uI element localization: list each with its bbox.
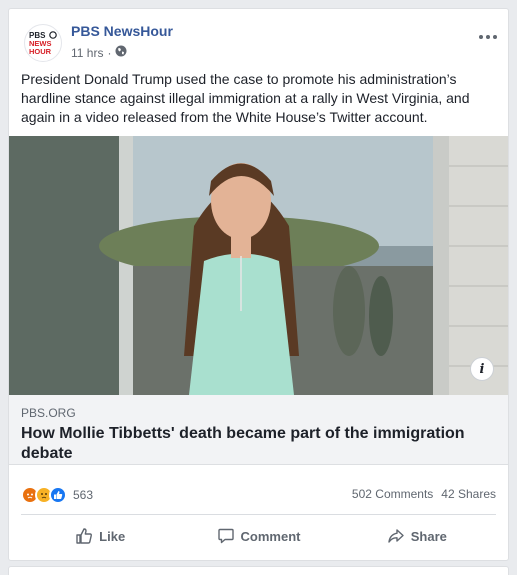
post-card: PBS NEWS HOUR PBS NewsHour 11 hrs · Pres… bbox=[8, 8, 509, 561]
like-label: Like bbox=[99, 528, 126, 544]
link-preview[interactable]: PBS.ORG How Mollie Tibbetts' death becam… bbox=[9, 395, 508, 465]
link-domain: PBS.ORG bbox=[21, 406, 76, 420]
share-label: Share bbox=[410, 528, 447, 544]
link-headline[interactable]: How Mollie Tibbetts' death became part o… bbox=[21, 424, 491, 464]
page-avatar[interactable]: PBS NEWS HOUR bbox=[24, 24, 62, 62]
post-time[interactable]: 11 hrs bbox=[71, 46, 103, 60]
post-meta: 11 hrs · bbox=[71, 45, 127, 60]
engagement-counts: 502 Comments 42 Shares bbox=[352, 487, 496, 501]
more-dots-icon[interactable] bbox=[479, 26, 497, 44]
thumbs-up-icon bbox=[75, 527, 93, 545]
info-icon[interactable]: i bbox=[470, 357, 494, 381]
comment-button[interactable]: Comment bbox=[179, 519, 337, 553]
post-header: PBS NEWS HOUR PBS NewsHour 11 hrs · bbox=[20, 20, 497, 62]
comments-count[interactable]: 502 Comments bbox=[352, 487, 433, 501]
share-button[interactable]: Share bbox=[338, 519, 496, 553]
svg-text:HOUR: HOUR bbox=[29, 47, 52, 56]
like-button[interactable]: Like bbox=[21, 519, 179, 553]
globe-icon bbox=[115, 45, 127, 60]
shares-count[interactable]: 42 Shares bbox=[441, 487, 496, 501]
like-reaction-icon bbox=[49, 486, 67, 504]
comment-icon bbox=[217, 527, 235, 545]
pbs-newshour-logo: PBS NEWS HOUR bbox=[29, 31, 57, 56]
reactions-summary[interactable]: 563 bbox=[21, 486, 93, 504]
meta-separator: · bbox=[107, 45, 112, 60]
page-name[interactable]: PBS NewsHour bbox=[71, 23, 173, 39]
reaction-count[interactable]: 563 bbox=[73, 488, 93, 502]
link-image[interactable]: i bbox=[9, 136, 508, 395]
actions-divider bbox=[21, 514, 496, 515]
post-actions: Like Comment Share bbox=[21, 519, 496, 553]
comment-label: Comment bbox=[240, 528, 301, 544]
post-stats: 563 502 Comments 42 Shares bbox=[21, 483, 496, 505]
post-text: President Donald Trump used the case to … bbox=[21, 71, 470, 125]
photo-illustration bbox=[9, 136, 508, 395]
share-icon bbox=[387, 527, 405, 545]
next-post-card bbox=[8, 566, 509, 575]
